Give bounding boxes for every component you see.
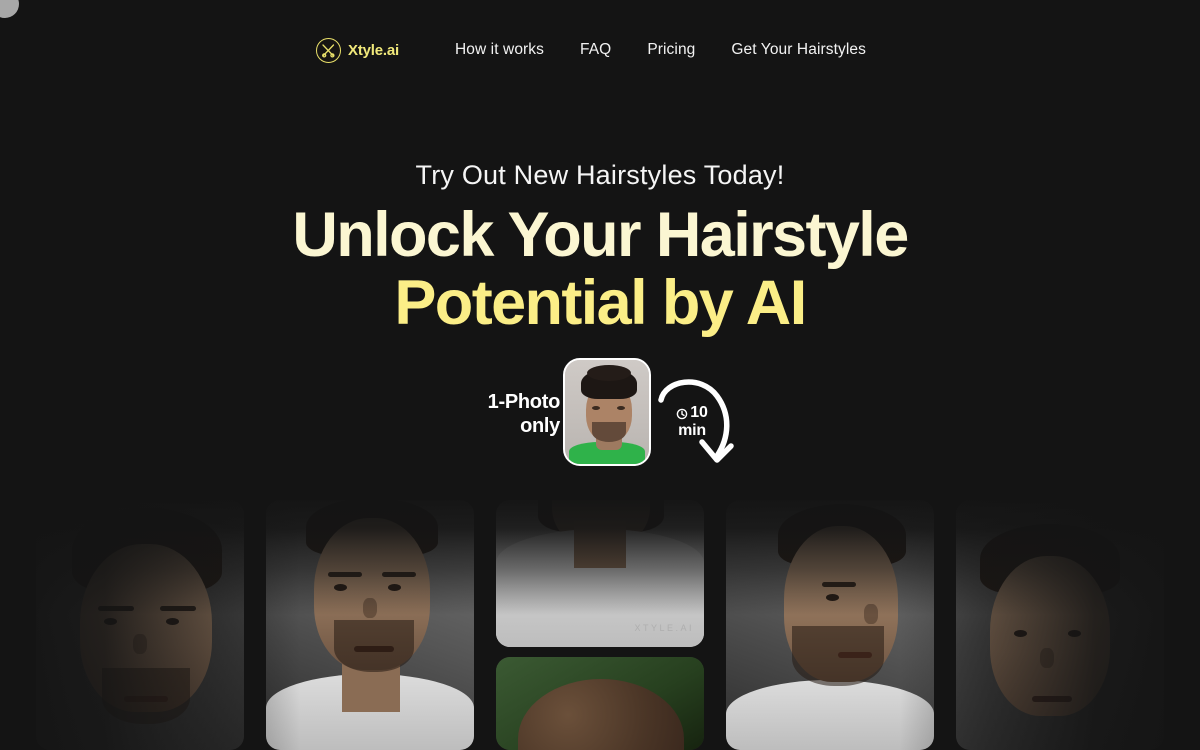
gallery-tile-center-bottom[interactable] xyxy=(496,657,704,750)
processing-time-unit: min xyxy=(678,421,706,439)
thumbnail-eye-right xyxy=(617,406,625,410)
brand-name: Xtyle.ai xyxy=(348,41,399,59)
one-photo-label-line-2: only xyxy=(520,415,560,438)
sample-photo-thumbnail xyxy=(563,358,651,466)
tile-brow xyxy=(822,582,856,587)
tile-mouth xyxy=(124,696,168,702)
headline-line-1: Unlock Your Hairstyle xyxy=(292,200,909,270)
thumbnail-hair xyxy=(581,365,637,399)
tile-eye-right xyxy=(166,618,179,625)
tile-eye-left xyxy=(334,584,347,591)
tile-nose xyxy=(363,598,377,618)
badge-stack: 1-Photo only 10 min xyxy=(450,358,750,488)
tile-eye-left xyxy=(104,618,117,625)
tile-eye-right xyxy=(388,584,401,591)
thumbnail-beard xyxy=(592,422,626,442)
tile-mouth xyxy=(838,652,872,658)
tile-beard xyxy=(334,620,414,672)
thumbnail-eye-left xyxy=(592,406,600,410)
tile-eye xyxy=(826,594,839,601)
tile-neck xyxy=(574,520,626,568)
gallery-column-left xyxy=(266,500,474,750)
main-navigation: Xtyle.ai How it works FAQ Pricing Get Yo… xyxy=(0,0,1200,100)
hairstyle-gallery: XTYLE.AI xyxy=(0,500,1200,750)
landing-page: Xtyle.ai How it works FAQ Pricing Get Yo… xyxy=(0,0,1200,750)
page-title: Unlock Your Hairstyle Potential by AI xyxy=(0,203,1200,336)
nav-link-how-it-works[interactable]: How it works xyxy=(437,35,562,65)
tile-nose xyxy=(133,634,147,654)
nav-link-faq[interactable]: FAQ xyxy=(562,35,629,65)
tile-eye-right xyxy=(1068,630,1081,637)
hero-eyebrow: Try Out New Hairstyles Today! xyxy=(415,160,785,190)
gallery-column-right-edge xyxy=(956,500,1164,750)
clock-icon xyxy=(676,407,688,420)
gallery-tile-center-top[interactable]: XTYLE.AI xyxy=(496,500,704,648)
one-photo-label: 1-Photo only xyxy=(450,390,561,439)
tile-face xyxy=(990,556,1110,716)
tile-mouth xyxy=(1032,696,1072,702)
gallery-watermark: XTYLE.AI xyxy=(634,623,694,634)
nav-link-pricing[interactable]: Pricing xyxy=(629,35,713,65)
tile-brow-left xyxy=(328,572,362,577)
brand-logo[interactable]: Xtyle.ai xyxy=(316,37,399,63)
tile-brow-right xyxy=(160,606,196,611)
nav-inner: Xtyle.ai How it works FAQ Pricing Get Yo… xyxy=(316,35,884,65)
tile-nose xyxy=(1040,648,1054,668)
processing-time-value: 10 xyxy=(690,404,708,421)
gallery-column-right xyxy=(726,500,934,750)
processing-time-badge: 10 min xyxy=(655,379,750,486)
nav-link-get-your-hairstyles[interactable]: Get Your Hairstyles xyxy=(713,35,884,65)
tile-nose xyxy=(864,604,878,624)
processing-time-label: 10 min xyxy=(661,404,723,440)
tile-white-shirt xyxy=(726,680,934,750)
gallery-tile-right-edge[interactable] xyxy=(956,500,1164,750)
gallery-tile-right[interactable] xyxy=(726,500,934,750)
one-photo-label-line-1: 1-Photo xyxy=(487,391,561,413)
gallery-column-left-edge xyxy=(36,500,244,750)
xtyle-logo-icon xyxy=(316,37,342,63)
gallery-column-center: XTYLE.AI xyxy=(496,500,704,750)
gallery-tile-left[interactable] xyxy=(266,500,474,750)
headline-line-2: Potential by AI xyxy=(394,268,807,339)
hero-badge-row: 1-Photo only 10 min xyxy=(0,358,1200,488)
gallery-tile-left-edge[interactable] xyxy=(36,500,244,750)
tile-brow-right xyxy=(382,572,416,577)
tile-brow-left xyxy=(98,606,134,611)
tile-eye-left xyxy=(1014,630,1027,637)
